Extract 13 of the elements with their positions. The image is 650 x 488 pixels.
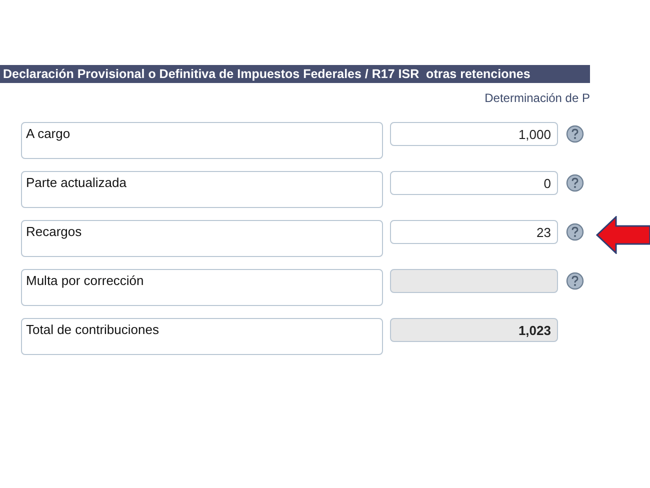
- section-title: Determinación de P: [484, 91, 590, 107]
- amount-field[interactable]: 0: [390, 171, 558, 195]
- help-icon[interactable]: [566, 174, 584, 192]
- help-icon[interactable]: [566, 125, 584, 143]
- field-label: Parte actualizada: [21, 171, 383, 208]
- amount-field[interactable]: 23: [390, 220, 558, 244]
- field-label: Total de contribuciones: [21, 318, 383, 355]
- field-label: Multa por corrección: [21, 269, 383, 306]
- help-icon[interactable]: [566, 223, 584, 241]
- field-label: Recargos: [21, 220, 383, 257]
- field-label: A cargo: [21, 122, 383, 159]
- amount-field[interactable]: 1,000: [390, 122, 558, 146]
- header-bar: Declaración Provisional o Definitiva de Impuestos Federales / R17 ISR otras retenciones: [0, 65, 590, 83]
